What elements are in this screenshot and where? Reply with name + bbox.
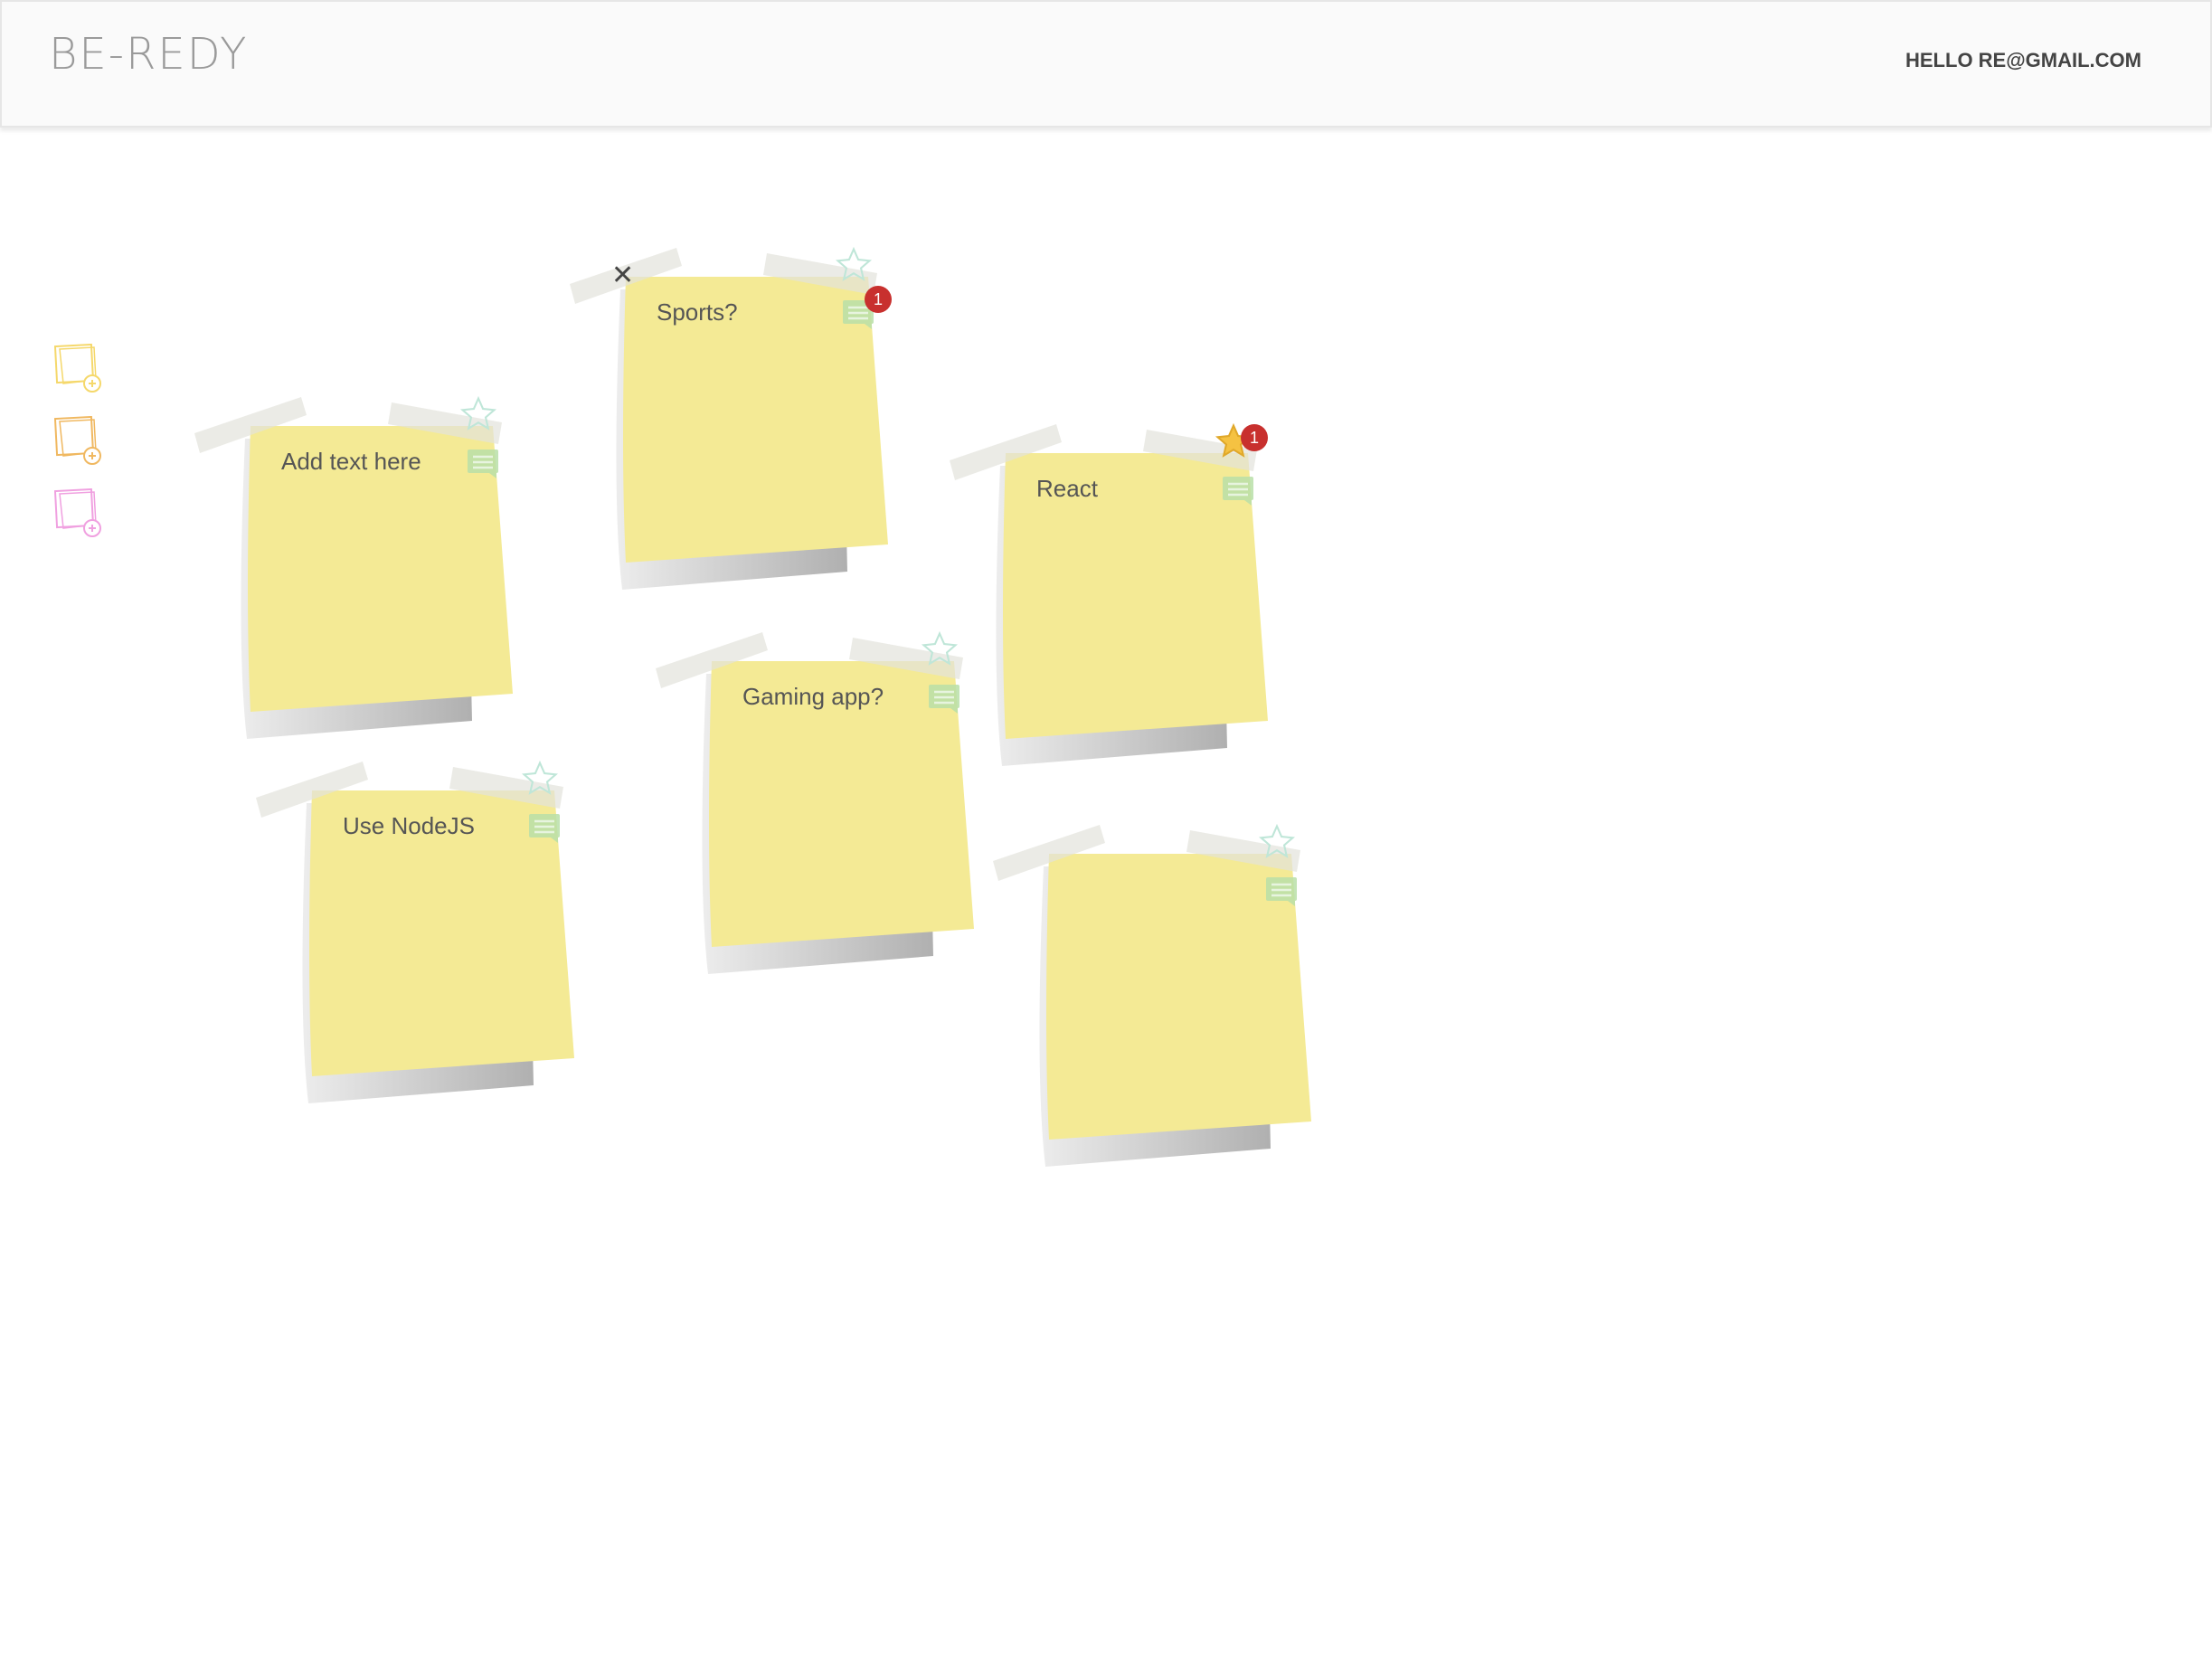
add-note-icon <box>53 487 101 537</box>
star-icon[interactable] <box>458 395 498 433</box>
star-count-badge: 1 <box>1241 424 1268 451</box>
note-text[interactable]: Gaming app? <box>742 683 884 711</box>
star-icon[interactable] <box>520 760 560 798</box>
close-icon[interactable]: ✕ <box>611 262 634 289</box>
comment-icon[interactable] <box>466 448 502 480</box>
add-pink-note-button[interactable] <box>53 487 105 543</box>
comment-icon[interactable] <box>927 683 963 715</box>
sticky-note[interactable]: Use NodeJS <box>256 740 574 1103</box>
note-paper <box>950 424 1268 766</box>
add-note-icon <box>53 343 101 393</box>
comment-count-badge: 1 <box>865 286 892 313</box>
note-text[interactable]: Use NodeJS <box>343 812 475 840</box>
comment-icon[interactable] <box>1264 875 1300 908</box>
note-text[interactable]: Add text here <box>281 448 421 476</box>
note-paper <box>993 825 1311 1167</box>
note-text[interactable]: React <box>1036 475 1098 503</box>
star-icon[interactable] <box>920 630 959 668</box>
sticky-note[interactable]: Add text here <box>194 375 513 739</box>
note-paper <box>194 397 513 739</box>
star-icon[interactable] <box>834 246 874 284</box>
star-icon[interactable] <box>1257 823 1297 861</box>
note-paper <box>256 762 574 1103</box>
sticky-note[interactable]: Gaming app? <box>656 610 974 974</box>
app-header: BE-REDY HELLO RE@GMAIL.COM <box>0 0 2212 128</box>
comment-icon[interactable] <box>1221 475 1257 507</box>
note-paper <box>656 632 974 974</box>
user-greeting[interactable]: HELLO RE@GMAIL.COM <box>1905 49 2141 72</box>
note-text[interactable]: Sports? <box>657 298 738 326</box>
comment-icon[interactable] <box>527 812 563 845</box>
add-note-icon <box>53 415 101 465</box>
sticky-note[interactable] <box>993 803 1311 1167</box>
add-yellow-note-button[interactable] <box>53 343 105 398</box>
add-orange-note-button[interactable] <box>53 415 105 470</box>
sticky-note[interactable]: React 1 <box>950 402 1268 766</box>
sticky-note[interactable]: Sports? 1 ✕ <box>570 226 892 590</box>
app-logo[interactable]: BE-REDY <box>49 29 248 80</box>
